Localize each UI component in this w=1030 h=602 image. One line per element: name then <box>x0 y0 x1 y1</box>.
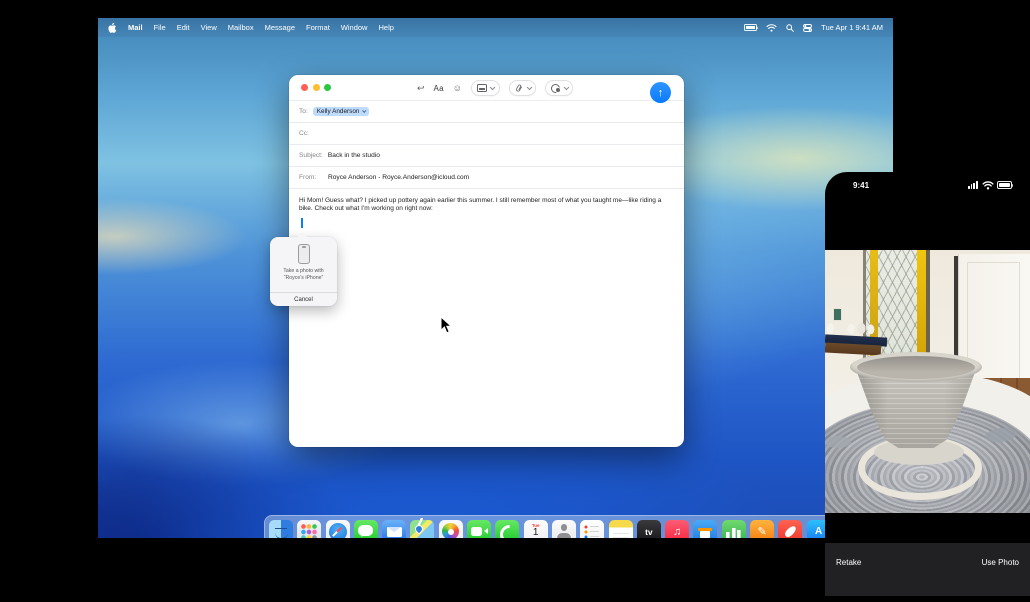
attach-file-button[interactable] <box>509 80 536 96</box>
dock-pages-icon[interactable] <box>750 520 774 539</box>
control-center-icon[interactable] <box>803 24 812 32</box>
search-icon[interactable] <box>786 24 794 32</box>
dock-contacts-icon[interactable] <box>552 520 576 539</box>
shelf-pottery <box>825 318 877 336</box>
use-photo-button[interactable]: Use Photo <box>982 558 1019 567</box>
format-text-button[interactable]: Aa <box>434 84 444 93</box>
text-insertion-caret <box>301 218 303 228</box>
menu-clock[interactable]: Tue Apr 1 9:41 AM <box>821 23 883 32</box>
message-body[interactable]: Hi Mom! Guess what? I picked up pottery … <box>289 189 684 214</box>
cc-field-row[interactable]: Cc: <box>289 123 684 145</box>
from-value: Royce Anderson - Royce.Anderson@icloud.c… <box>328 174 469 181</box>
macos-desktop-wallpaper: Mail File Edit View Mailbox Message Format Win… <box>98 18 893 538</box>
dock-phone-icon[interactable] <box>495 520 519 539</box>
token-chevron-icon <box>363 109 367 113</box>
undo-icon[interactable]: ↩ <box>417 83 425 94</box>
subject-field-row[interactable]: Subject: Back in the studio <box>289 145 684 167</box>
wifi-icon[interactable] <box>766 24 777 32</box>
dock-photos-icon[interactable] <box>439 520 463 539</box>
dock-appletv-icon[interactable]: tv <box>637 520 661 539</box>
battery-icon[interactable] <box>744 24 757 31</box>
popover-title: Take a photo with “Royce’s iPhone” <box>283 268 323 281</box>
screenshot-stage: Mail File Edit View Mailbox Message Format Win… <box>0 0 1030 602</box>
menu-bar-left: Mail File Edit View Mailbox Message Format Win… <box>108 22 394 33</box>
cancel-button[interactable]: Cancel <box>270 292 337 306</box>
send-button[interactable]: ↑ <box>650 82 671 103</box>
paperclip-icon <box>513 82 525 95</box>
iphone-clock: 9:41 <box>853 181 869 190</box>
menu-help[interactable]: Help <box>378 23 393 32</box>
dock-maps-icon[interactable] <box>410 520 434 539</box>
dock-mail-icon[interactable] <box>382 520 406 539</box>
minimize-window-button[interactable] <box>313 84 320 91</box>
camera-photo-preview <box>825 250 1030 513</box>
wifi-icon <box>982 181 994 190</box>
dock-calendar-icon[interactable]: Tue1 <box>524 520 548 539</box>
menu-message[interactable]: Message <box>265 23 295 32</box>
cellular-signal-icon <box>968 181 978 189</box>
dock-messages-icon[interactable] <box>354 520 378 539</box>
continuity-camera-icon <box>551 84 560 93</box>
subject-value: Back in the studio <box>328 152 380 159</box>
from-label: From: <box>299 174 323 181</box>
dock-notes-icon[interactable] <box>609 520 633 539</box>
menu-bar: Mail File Edit View Mailbox Message Format Win… <box>98 18 893 37</box>
menu-file[interactable]: File <box>154 23 166 32</box>
from-field-row[interactable]: From: Royce Anderson - Royce.Anderson@ic… <box>289 167 684 189</box>
compose-titlebar: ↩ Aa ☺ ↑ <box>289 75 684 101</box>
mouse-pointer <box>440 316 452 334</box>
chevron-down-icon <box>526 85 531 90</box>
menu-view[interactable]: View <box>201 23 217 32</box>
emoji-icon[interactable]: ☺ <box>453 83 462 93</box>
menu-bar-status: Tue Apr 1 9:41 AM <box>744 23 883 32</box>
dock-safari-icon[interactable] <box>326 520 350 539</box>
chevron-down-icon <box>490 85 495 90</box>
subject-label: Subject: <box>299 152 323 159</box>
to-label: To: <box>299 108 308 115</box>
menu-mailbox[interactable]: Mailbox <box>228 23 254 32</box>
dock-numbers-icon[interactable] <box>722 520 746 539</box>
dock-music-icon[interactable] <box>665 520 689 539</box>
dock-launchpad-icon[interactable] <box>297 520 321 539</box>
dock-finder-icon[interactable] <box>269 520 293 539</box>
menu-edit[interactable]: Edit <box>177 23 190 32</box>
apple-logo-icon[interactable] <box>108 22 117 33</box>
iphone-outline-icon <box>298 244 310 264</box>
chevron-down-icon <box>564 85 569 90</box>
camera-action-bar: Retake Use Photo <box>825 543 1030 596</box>
iphone-screen: 9:41 <box>825 172 1030 602</box>
iphone-status-icons <box>968 181 1012 190</box>
cc-label: Cc: <box>299 130 309 137</box>
photo-browser-button[interactable] <box>471 80 500 96</box>
battery-icon <box>997 181 1012 189</box>
insert-from-iphone-button[interactable] <box>545 80 573 96</box>
menu-window[interactable]: Window <box>341 23 368 32</box>
retake-button[interactable]: Retake <box>836 558 861 567</box>
photo-browser-icon <box>477 84 487 92</box>
compose-toolbar: ↩ Aa ☺ <box>417 75 573 101</box>
to-field-row[interactable]: To: Kelly Anderson <box>289 101 684 123</box>
dock-rocket-icon[interactable] <box>778 520 802 539</box>
close-window-button[interactable] <box>301 84 308 91</box>
menu-app-name[interactable]: Mail <box>128 23 143 32</box>
continuity-camera-popover: Take a photo with “Royce’s iPhone” Cance… <box>270 237 337 306</box>
dock: Tue1tvA <box>264 515 893 538</box>
mail-compose-window: ↩ Aa ☺ ↑ To: Kelly Anderson Cc: <box>289 75 684 447</box>
zoom-window-button[interactable] <box>324 84 331 91</box>
menu-format[interactable]: Format <box>306 23 330 32</box>
recipient-token[interactable]: Kelly Anderson <box>313 107 370 116</box>
dock-keynote-icon[interactable] <box>693 520 717 539</box>
dock-facetime-icon[interactable] <box>467 520 491 539</box>
dock-reminders-icon[interactable] <box>580 520 604 539</box>
iphone-status-bar: 9:41 <box>825 172 1030 198</box>
